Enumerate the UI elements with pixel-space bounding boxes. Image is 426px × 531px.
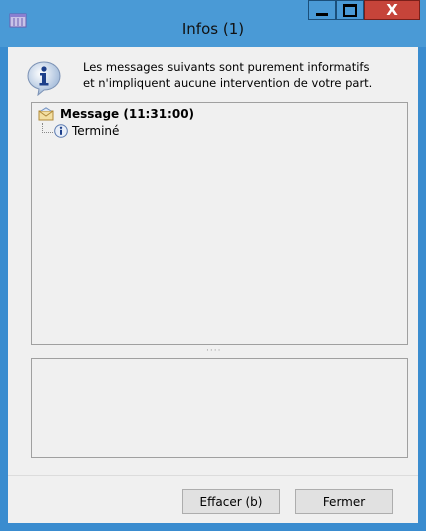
info-line-2: et n'impliquent aucune intervention de v… bbox=[83, 76, 373, 90]
dialog-client-area: Les messages suivants sont purement info… bbox=[8, 47, 418, 523]
title-bar[interactable]: Infos (1) X bbox=[0, 0, 426, 47]
close-button[interactable]: Fermer bbox=[295, 489, 393, 514]
tree-child-label: Terminé bbox=[72, 124, 120, 138]
tree-node-termine[interactable]: Terminé bbox=[42, 123, 120, 138]
tree-node-message[interactable]: Message (11:31:00) bbox=[38, 107, 194, 121]
clear-button[interactable]: Effacer (b) bbox=[182, 489, 280, 514]
envelope-icon bbox=[38, 107, 54, 121]
message-detail-pane[interactable] bbox=[31, 358, 408, 458]
dialog-window: Infos (1) X Les messages suivants sont p… bbox=[0, 0, 426, 531]
minimize-icon bbox=[316, 12, 328, 16]
window-title: Infos (1) bbox=[181, 20, 245, 38]
maximize-icon bbox=[343, 3, 357, 17]
info-icon bbox=[27, 61, 61, 96]
footer-divider bbox=[8, 475, 418, 476]
message-tree[interactable]: Message (11:31:00) Terminé bbox=[31, 102, 408, 345]
tree-connector bbox=[42, 123, 53, 133]
info-line-1: Les messages suivants sont purement info… bbox=[83, 60, 370, 74]
pane-splitter[interactable]: ···· bbox=[206, 346, 221, 356]
close-window-button[interactable]: X bbox=[364, 0, 420, 20]
maximize-button[interactable] bbox=[336, 0, 364, 20]
minimize-button[interactable] bbox=[308, 0, 336, 20]
info-icon bbox=[54, 124, 68, 138]
tree-node-label: Message (11:31:00) bbox=[60, 107, 195, 121]
close-icon: X bbox=[386, 0, 398, 19]
info-message: Les messages suivants sont purement info… bbox=[83, 59, 413, 91]
